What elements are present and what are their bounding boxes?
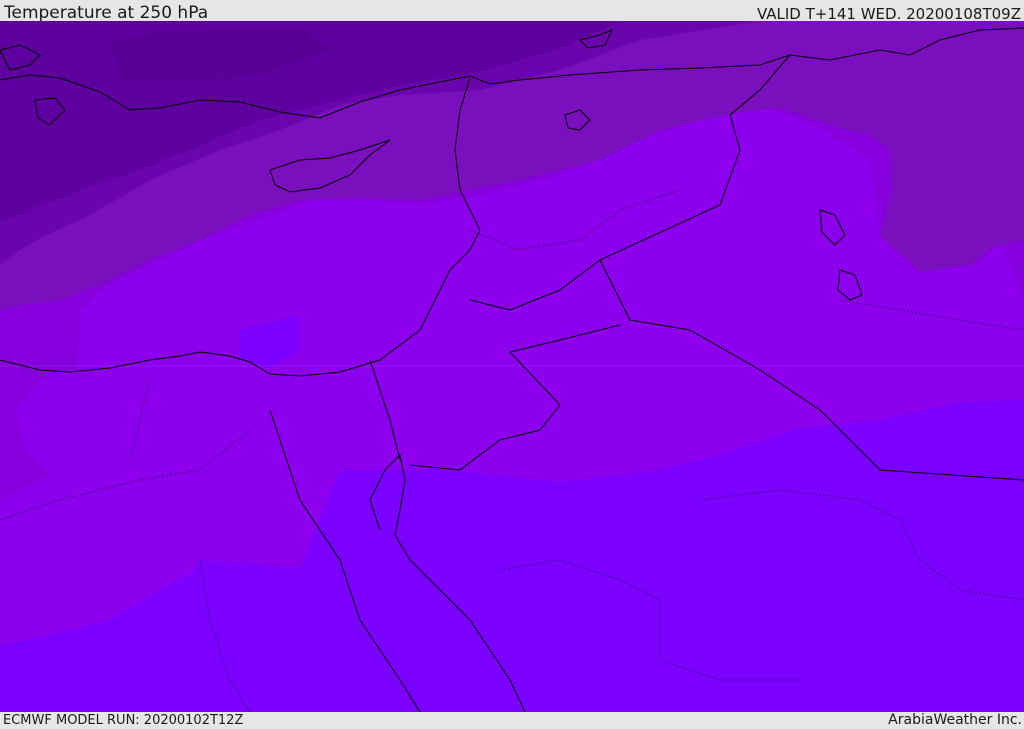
credit-label: ArabiaWeather Inc. — [888, 712, 1022, 728]
footer-bar: ECMWF MODEL RUN: 20200102T12Z ArabiaWeat… — [0, 712, 1024, 729]
model-run-label: ECMWF MODEL RUN: 20200102T12Z — [3, 713, 244, 728]
header-bar: Temperature at 250 hPa VALID T+141 WED. … — [0, 0, 1024, 23]
map-canvas[interactable] — [0, 21, 1024, 712]
map-title: Temperature at 250 hPa — [4, 3, 209, 23]
